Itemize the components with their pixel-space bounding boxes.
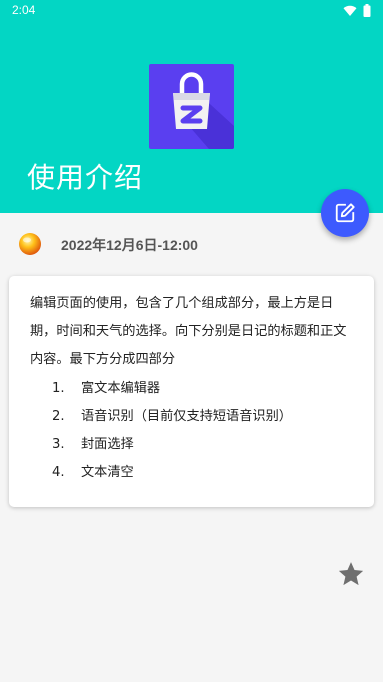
- list-item: 3. 封面选择: [30, 431, 356, 459]
- edit-icon: [335, 203, 355, 223]
- list-item-number: 2.: [52, 409, 65, 424]
- sun-weather-icon[interactable]: [18, 232, 42, 256]
- status-icons: [343, 4, 371, 17]
- feature-list: 1. 富文本编辑器 2. 语音识别（目前仅支持短语音识别） 3. 封面选择 4.…: [30, 375, 356, 487]
- wifi-icon: [343, 5, 357, 16]
- status-time: 2:04: [12, 3, 36, 17]
- battery-icon: [363, 4, 371, 17]
- list-item: 2. 语音识别（目前仅支持短语音识别）: [30, 403, 356, 431]
- page-title: 使用介绍: [27, 161, 144, 194]
- shopping-bag-logo-icon: [173, 72, 234, 149]
- star-icon[interactable]: [337, 560, 365, 588]
- list-item: 1. 富文本编辑器: [30, 375, 356, 403]
- list-item-text: 语音识别（目前仅支持短语音识别）: [81, 409, 292, 424]
- content-intro: 编辑页面的使用，包含了几个组成部分，最上方是日期，时间和天气的选择。向下分别是日…: [30, 296, 347, 367]
- list-item-text: 文本清空: [81, 465, 134, 480]
- entry-date[interactable]: 2022年12月6日-12:00: [61, 235, 198, 255]
- list-item: 4. 文本清空: [30, 459, 356, 487]
- content-card: 编辑页面的使用，包含了几个组成部分，最上方是日期，时间和天气的选择。向下分别是日…: [9, 276, 374, 507]
- list-item-number: 3.: [52, 437, 65, 452]
- list-item-number: 1.: [52, 381, 65, 396]
- status-bar: 2:04: [0, 0, 383, 24]
- list-item-text: 封面选择: [81, 437, 134, 452]
- edit-fab-button[interactable]: [321, 189, 369, 237]
- list-item-text: 富文本编辑器: [81, 381, 161, 396]
- header-banner: 2:04 使用介绍: [0, 0, 383, 213]
- app-logo: [149, 64, 234, 149]
- list-item-number: 4.: [52, 465, 65, 480]
